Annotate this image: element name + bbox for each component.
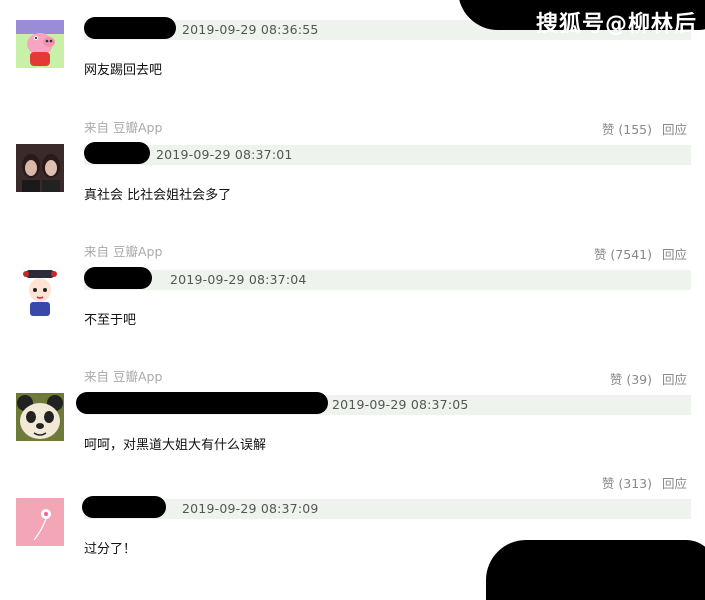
comment-text: 呵呵，对黑道大姐大有什么误解 xyxy=(84,438,267,453)
comment-header: 2019-09-29 08:37:01 xyxy=(84,142,691,165)
avatar[interactable] xyxy=(16,498,64,546)
comment-source: 来自 豆瓣App xyxy=(84,244,163,259)
comment-header: 2019-09-29 08:37:04 xyxy=(84,267,691,290)
timestamp: 2019-09-29 08:36:55 xyxy=(182,22,319,37)
panda-avatar-icon xyxy=(16,393,64,441)
like-button[interactable]: 赞 (155) xyxy=(602,119,652,138)
reply-button[interactable]: 回应 xyxy=(662,244,687,263)
comment-source: 来自 豆瓣App xyxy=(84,369,163,384)
photo-avatar-icon xyxy=(16,144,64,192)
avatar[interactable] xyxy=(16,393,64,441)
timestamp: 2019-09-29 08:37:01 xyxy=(156,147,293,162)
redacted-username xyxy=(84,17,176,39)
like-button[interactable]: 赞 (39) xyxy=(610,369,652,388)
avatar[interactable] xyxy=(16,144,64,192)
comment-text: 真社会 比社会姐社会多了 xyxy=(84,188,232,203)
flower-avatar-icon xyxy=(16,498,64,546)
redacted-username xyxy=(82,496,166,518)
like-button[interactable]: 赞 (313) xyxy=(602,473,652,492)
comment-header: 2019-09-29 08:37:09 xyxy=(82,496,691,519)
avatar[interactable] xyxy=(16,268,64,316)
redaction-blob-bottom xyxy=(486,540,705,600)
cartoon-girl-avatar-icon xyxy=(16,268,64,316)
comment-text: 网友踢回去吧 xyxy=(84,63,163,78)
timestamp: 2019-09-29 08:37:04 xyxy=(170,272,307,287)
comment-actions: 赞 (39) 回应 xyxy=(610,369,687,388)
comment-text: 过分了！ xyxy=(84,542,137,557)
reply-button[interactable]: 回应 xyxy=(662,473,687,492)
avatar[interactable] xyxy=(16,20,64,68)
like-button[interactable]: 赞 (7541) xyxy=(594,244,652,263)
comment-actions: 赞 (7541) 回应 xyxy=(594,244,687,263)
comment-actions: 赞 (313) 回应 xyxy=(602,473,687,492)
redacted-username xyxy=(76,392,328,414)
comment-actions: 赞 (155) 回应 xyxy=(602,119,687,138)
redacted-username xyxy=(84,267,152,289)
comment-header: 2019-09-29 08:37:05 xyxy=(76,392,691,415)
comment-text: 不至于吧 xyxy=(84,313,137,328)
redacted-username xyxy=(84,142,150,164)
comment-source: 来自 豆瓣App xyxy=(84,120,163,135)
reply-button[interactable]: 回应 xyxy=(662,119,687,138)
watermark: 搜狐号@柳林后 xyxy=(535,12,697,37)
pig-avatar-icon xyxy=(16,20,64,68)
reply-button[interactable]: 回应 xyxy=(662,369,687,388)
timestamp: 2019-09-29 08:37:05 xyxy=(332,397,469,412)
timestamp: 2019-09-29 08:37:09 xyxy=(182,501,319,516)
